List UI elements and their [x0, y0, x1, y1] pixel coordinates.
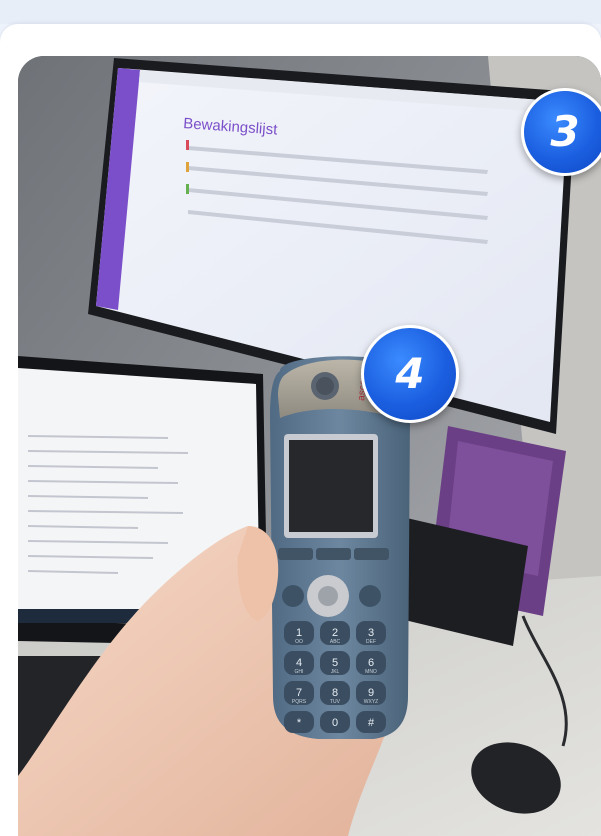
keypad-row-1: 1 OO 2 ABC 3 DEF [284, 621, 386, 645]
callout-badge-4: 4 [361, 325, 459, 423]
key-6-letters: MNO [365, 669, 377, 675]
key-hash-digit: # [368, 717, 375, 729]
key-8-digit: 8 [332, 687, 338, 699]
key-4-letters: GHI [295, 669, 304, 675]
key-5-digit: 5 [332, 657, 338, 669]
display-screen [289, 440, 373, 532]
key-1-letters: OO [295, 639, 303, 645]
callout-badge-3-label: 3 [550, 107, 580, 156]
row-flag-green [186, 184, 189, 194]
nav-center [318, 586, 338, 606]
callout-badge-4-label: 4 [395, 349, 425, 398]
key-1-digit: 1 [296, 627, 302, 639]
softkey-right [354, 548, 389, 560]
photo: Bewakingslijst ascom [18, 56, 601, 836]
callout-badge-3: 3 [521, 88, 601, 176]
keypad-row-2: 4 GHI 5 JKL 6 MNO [284, 651, 386, 675]
key-9-digit: 9 [368, 687, 374, 699]
key-3-letters: DEF [366, 639, 376, 645]
keypad-row-4: * 0 # [284, 711, 386, 733]
key-9-letters: WXYZ [364, 699, 378, 705]
key-4-digit: 4 [296, 657, 302, 669]
top-band [0, 0, 601, 24]
photo-illustration: Bewakingslijst ascom [18, 56, 601, 836]
call-key [282, 585, 304, 607]
key-5-letters: JKL [331, 669, 340, 675]
earpiece-grille [316, 377, 334, 395]
keypad-row-3: 7 PQRS 8 TUV 9 WXYZ [284, 681, 386, 705]
softkey-left [278, 548, 313, 560]
row-flag-red [186, 140, 189, 150]
row-flag-orange [186, 162, 189, 172]
key-2-digit: 2 [332, 627, 338, 639]
key-0-digit: 0 [332, 717, 338, 729]
key-7-letters: PQRS [292, 699, 307, 705]
end-key [359, 585, 381, 607]
key-star-digit: * [297, 717, 302, 729]
key-3-digit: 3 [368, 627, 374, 639]
key-2-letters: ABC [330, 639, 341, 645]
softkey-middle [316, 548, 351, 560]
key-7-digit: 7 [296, 687, 302, 699]
key-6-digit: 6 [368, 657, 374, 669]
key-8-letters: TUV [330, 699, 341, 705]
